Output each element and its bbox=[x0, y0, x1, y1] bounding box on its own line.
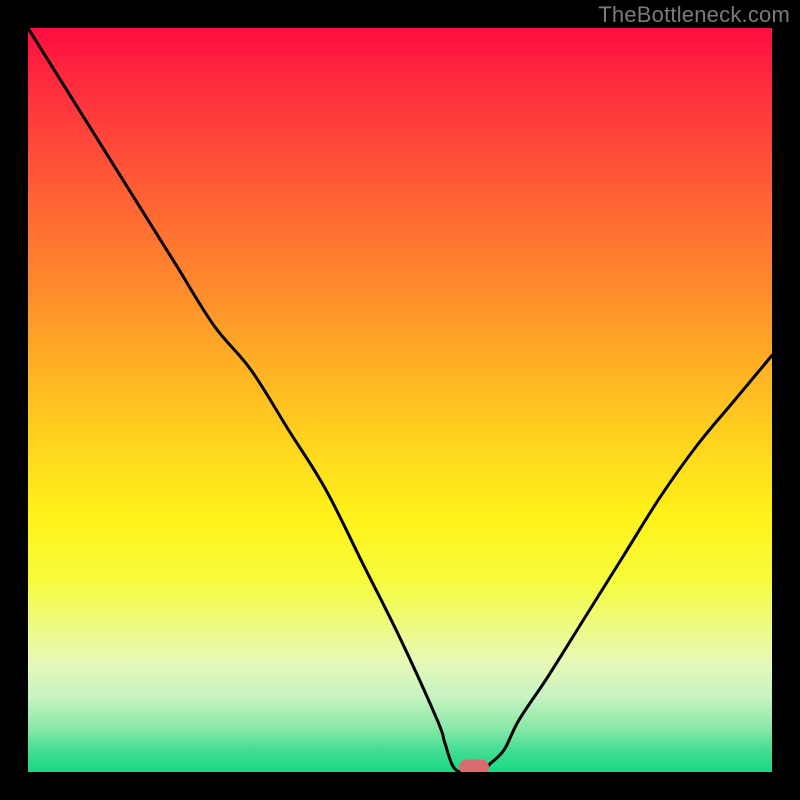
plot-area bbox=[28, 28, 772, 772]
watermark-text: TheBottleneck.com bbox=[598, 2, 790, 28]
chart-frame: TheBottleneck.com bbox=[0, 0, 800, 800]
bottleneck-curve bbox=[28, 28, 772, 772]
curve-svg bbox=[28, 28, 772, 772]
optimal-marker bbox=[459, 760, 489, 773]
